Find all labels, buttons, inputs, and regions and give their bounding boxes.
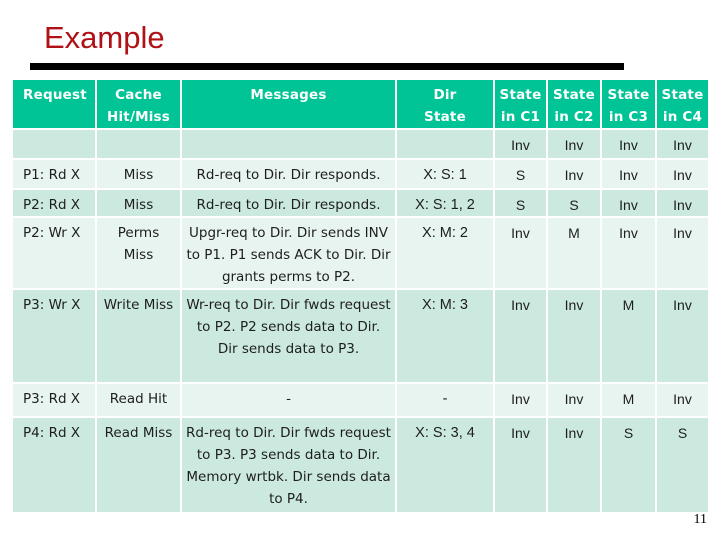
cell-state-c3: Inv: [602, 190, 655, 216]
header-c3-label: in C3: [608, 109, 649, 125]
cell-messages: Wr-req to Dir. Dir fwds request to P2. P…: [182, 290, 395, 382]
page-number: 11: [693, 512, 707, 527]
cell-dir-state: X: S: 1: [397, 160, 493, 188]
cell-state-c3: M: [602, 384, 655, 416]
cell-state-c2: Inv: [548, 130, 600, 158]
cell-state-c1: Inv: [495, 130, 546, 158]
cell-messages: Rd-req to Dir. Dir responds.: [182, 190, 395, 216]
header-state-c2: State in C2: [548, 80, 600, 128]
cell-request: P2: Rd X: [13, 190, 95, 216]
header-c4-label: in C4: [662, 109, 703, 125]
cell-state-c1: S: [495, 160, 546, 188]
cell-state-c1: Inv: [495, 418, 546, 512]
cell-dir-state: X: M: 3: [397, 290, 493, 382]
cell-request: P1: Rd X: [13, 160, 95, 188]
table-row: P4: Rd X Read Miss Rd-req to Dir. Dir fw…: [13, 418, 708, 512]
cell-state-c1: Inv: [495, 290, 546, 382]
header-c2-label: State: [553, 87, 595, 103]
title-rule: [324, 63, 624, 70]
title-rule: [30, 63, 324, 70]
cell-request: P2: Wr X: [13, 218, 95, 288]
cell-state-c4: Inv: [657, 190, 708, 216]
cell-cache: Perms Miss: [97, 218, 180, 288]
cell-request: P3: Wr X: [13, 290, 95, 382]
header-cache-label: Cache: [115, 87, 162, 103]
cell-state-c4: Inv: [657, 130, 708, 158]
header-request: Request: [13, 80, 95, 128]
cell-state-c3: M: [602, 290, 655, 382]
header-state-c4: State in C4: [657, 80, 708, 128]
table-row: P3: Wr X Write Miss Wr-req to Dir. Dir f…: [13, 290, 708, 382]
header-messages: Messages: [182, 80, 395, 128]
header-state-c1: State in C1: [495, 80, 546, 128]
cell-request: P4: Rd X: [13, 418, 95, 512]
cell-request: P3: Rd X: [13, 384, 95, 416]
cell-state-c1: Inv: [495, 218, 546, 288]
header-c2-label: in C2: [554, 109, 594, 125]
cell-messages: Rd-req to Dir. Dir responds.: [182, 160, 395, 188]
cell-cache: Miss: [97, 190, 180, 216]
header-c4-label: State: [661, 87, 704, 103]
header-c1-label: State: [499, 87, 542, 103]
header-c3-label: State: [607, 87, 650, 103]
header-cache: Cache Hit/Miss: [97, 80, 180, 128]
cell-dir-state: [397, 130, 493, 158]
cell-state-c4: Inv: [657, 290, 708, 382]
cell-dir-state: X: S: 1, 2: [397, 190, 493, 216]
cell-state-c2: Inv: [548, 160, 600, 188]
cell-state-c1: S: [495, 190, 546, 216]
header-dir-label: Dir: [433, 87, 457, 103]
table-row: Inv Inv Inv Inv: [13, 130, 708, 158]
cell-state-c1: Inv: [495, 384, 546, 416]
header-c1-label: in C1: [500, 109, 541, 125]
cell-state-c3: Inv: [602, 130, 655, 158]
cell-state-c2: Inv: [548, 418, 600, 512]
cell-cache: Read Hit: [97, 384, 180, 416]
header-cache-label: Hit/Miss: [106, 109, 171, 125]
cell-state-c4: Inv: [657, 384, 708, 416]
cell-cache: Read Miss: [97, 418, 180, 512]
table-row: P1: Rd X Miss Rd-req to Dir. Dir respond…: [13, 160, 708, 188]
cell-messages: [182, 130, 395, 158]
cell-state-c2: M: [548, 218, 600, 288]
header-messages-label: Messages: [250, 87, 327, 103]
slide: Example Request Cache Hit/Miss Messages D…: [0, 0, 720, 540]
cell-messages: -: [182, 384, 395, 416]
cell-request: [13, 130, 95, 158]
header-state-c3: State in C3: [602, 80, 655, 128]
table-row: P3: Rd X Read Hit - - Inv Inv M Inv: [13, 384, 708, 416]
cell-state-c2: Inv: [548, 290, 600, 382]
cell-cache: [97, 130, 180, 158]
coherence-table: Request Cache Hit/Miss Messages Dir State …: [11, 78, 710, 514]
header-dir-label: State: [424, 109, 466, 125]
cell-dir-state: -: [397, 384, 493, 416]
cell-messages: Rd-req to Dir. Dir fwds request to P3. P…: [182, 418, 395, 512]
cell-state-c4: S: [657, 418, 708, 512]
header-dir-state: Dir State: [397, 80, 493, 128]
table-row: P2: Wr X Perms Miss Upgr-req to Dir. Dir…: [13, 218, 708, 288]
header-request-label: Request: [23, 87, 87, 103]
cell-state-c4: Inv: [657, 218, 708, 288]
cell-state-c3: Inv: [602, 160, 655, 188]
cell-cache: Write Miss: [97, 290, 180, 382]
cell-dir-state: X: S: 3, 4: [397, 418, 493, 512]
cell-state-c3: S: [602, 418, 655, 512]
cell-messages: Upgr-req to Dir. Dir sends INV to P1. P1…: [182, 218, 395, 288]
cell-state-c3: Inv: [602, 218, 655, 288]
cell-state-c4: Inv: [657, 160, 708, 188]
slide-title: Example: [44, 20, 165, 55]
cell-state-c2: S: [548, 190, 600, 216]
cell-dir-state: X: M: 2: [397, 218, 493, 288]
header-row: Request Cache Hit/Miss Messages Dir State …: [13, 80, 708, 128]
cell-cache: Miss: [97, 160, 180, 188]
cell-state-c2: Inv: [548, 384, 600, 416]
table-row: P2: Rd X Miss Rd-req to Dir. Dir respond…: [13, 190, 708, 216]
